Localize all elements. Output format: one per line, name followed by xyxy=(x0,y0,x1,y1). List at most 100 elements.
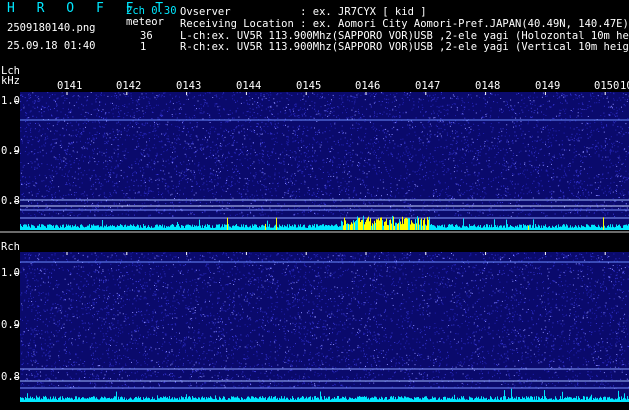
noise-speckle xyxy=(538,170,540,172)
noise-speckle xyxy=(506,161,507,163)
noise-speckle xyxy=(143,195,145,197)
noise-speckle xyxy=(275,137,277,139)
noise-speckle xyxy=(486,145,488,147)
noise-speckle xyxy=(374,127,376,129)
noise-speckle xyxy=(409,153,411,155)
noise-speckle xyxy=(469,131,471,133)
noise-speckle xyxy=(470,126,472,127)
noise-speckle xyxy=(34,161,36,163)
noise-speckle xyxy=(46,195,48,197)
noise-speckle xyxy=(563,215,565,217)
noise-speckle xyxy=(488,163,490,165)
noise-speckle xyxy=(226,180,228,181)
noise-speckle xyxy=(381,151,383,153)
noise-speckle xyxy=(299,196,301,197)
noise-speckle xyxy=(547,125,548,127)
noise-speckle xyxy=(465,162,467,163)
noise-speckle xyxy=(531,153,533,155)
noise-speckle xyxy=(607,211,609,213)
noise-speckle xyxy=(292,108,294,110)
noise-speckle xyxy=(237,100,238,102)
noise-speckle xyxy=(412,155,414,157)
noise-speckle xyxy=(432,208,434,210)
noise-speckle xyxy=(67,176,69,178)
noise-speckle xyxy=(406,146,408,148)
noise-speckle xyxy=(484,142,485,144)
noise-speckle xyxy=(613,99,615,101)
noise-speckle xyxy=(239,153,241,154)
noise-speckle xyxy=(336,116,338,118)
noise-speckle xyxy=(195,135,197,137)
noise-speckle xyxy=(396,184,398,186)
noise-speckle xyxy=(167,190,169,192)
noise-speckle xyxy=(110,161,112,163)
time-tick-label: 0147 xyxy=(415,80,441,92)
noise-speckle xyxy=(346,117,348,119)
noise-speckle xyxy=(43,144,45,146)
noise-speckle xyxy=(63,117,65,119)
noise-speckle xyxy=(537,182,539,184)
noise-speckle xyxy=(36,116,38,118)
noise-speckle xyxy=(514,196,516,198)
filename-label: 2509180140.png xyxy=(7,22,96,34)
noise-speckle xyxy=(457,183,459,185)
noise-speckle xyxy=(380,157,382,159)
noise-speckle xyxy=(585,124,587,126)
noise-speckle xyxy=(519,163,521,165)
noise-speckle xyxy=(463,142,465,144)
noise-speckle xyxy=(363,115,365,117)
noise-speckle xyxy=(156,178,158,180)
noise-speckle xyxy=(471,162,473,164)
noise-speckle xyxy=(490,171,492,173)
noise-speckle xyxy=(337,152,339,154)
noise-speckle xyxy=(581,93,583,95)
noise-speckle xyxy=(210,180,212,182)
noise-speckle xyxy=(291,198,292,200)
noise-speckle xyxy=(206,103,208,105)
noise-speckle xyxy=(566,95,568,97)
noise-speckle xyxy=(267,175,269,177)
noise-speckle xyxy=(126,130,128,132)
noise-speckle xyxy=(464,175,466,177)
noise-speckle xyxy=(288,115,290,117)
noise-speckle xyxy=(464,124,466,126)
noise-speckle xyxy=(310,210,311,212)
noise-speckle xyxy=(430,161,431,163)
noise-speckle xyxy=(379,146,381,148)
noise-speckle xyxy=(330,212,332,214)
noise-speckle xyxy=(365,162,367,163)
noise-speckle xyxy=(308,207,309,209)
noise-speckle xyxy=(222,161,224,163)
noise-speckle xyxy=(546,170,548,172)
noise-speckle xyxy=(152,191,154,193)
noise-speckle xyxy=(407,148,409,150)
noise-speckle xyxy=(472,150,474,152)
noise-speckle xyxy=(606,125,608,127)
noise-speckle xyxy=(358,123,360,125)
noise-speckle xyxy=(53,166,54,168)
noise-speckle xyxy=(238,192,240,194)
noise-speckle xyxy=(151,181,153,183)
noise-speckle xyxy=(193,105,195,106)
noise-speckle xyxy=(70,122,72,124)
noise-speckle xyxy=(490,166,492,168)
noise-speckle xyxy=(475,152,477,154)
noise-speckle xyxy=(421,169,423,171)
noise-speckle xyxy=(275,190,277,192)
noise-speckle xyxy=(546,95,548,97)
noise-speckle xyxy=(606,178,608,179)
noise-speckle xyxy=(215,175,216,177)
noise-speckle xyxy=(522,130,524,132)
noise-speckle xyxy=(611,105,613,107)
noise-speckle xyxy=(173,133,175,135)
noise-speckle xyxy=(440,105,442,107)
noise-speckle xyxy=(569,189,571,191)
noise-speckle xyxy=(487,140,489,142)
noise-speckle xyxy=(125,158,127,160)
datetime-label: 25.09.18 01:40 xyxy=(7,40,96,52)
noise-speckle xyxy=(120,130,122,132)
noise-speckle xyxy=(62,108,64,110)
noise-speckle xyxy=(185,142,187,144)
noise-speckle xyxy=(419,165,421,167)
noise-speckle xyxy=(36,97,38,98)
